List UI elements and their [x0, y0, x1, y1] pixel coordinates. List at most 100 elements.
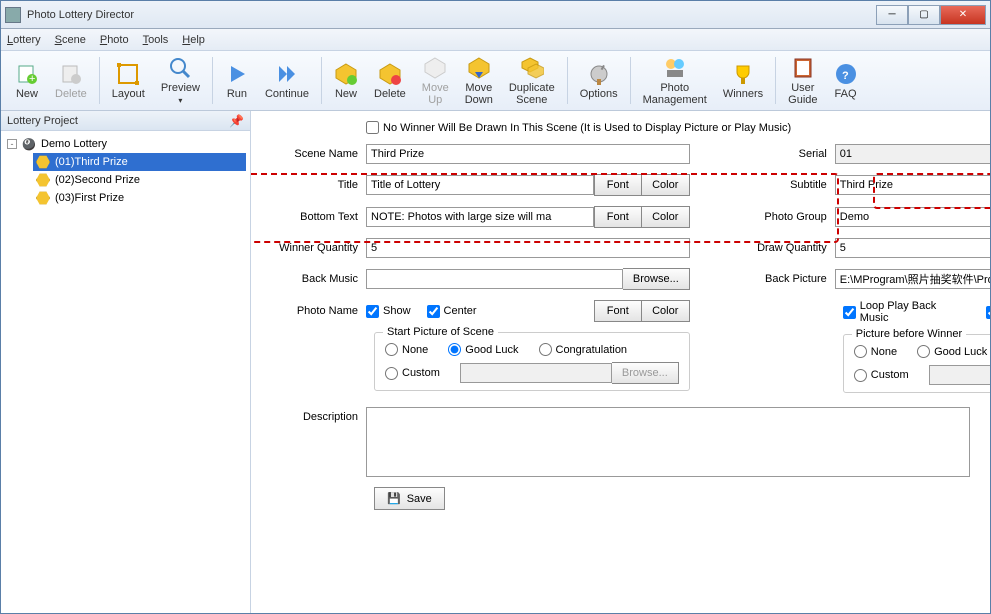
back-picture-label: Back Picture — [730, 273, 835, 285]
show-checkbox[interactable]: Show — [366, 305, 411, 318]
move-down-button[interactable]: Move Down — [457, 53, 501, 108]
sidebar-header: Lottery Project 📌 — [1, 111, 250, 131]
start-custom-browse-button[interactable]: Browse... — [612, 362, 679, 384]
subtitle-label: Subtitle — [730, 179, 835, 191]
menu-lottery[interactable]: Lottery — [7, 34, 41, 46]
tree-root[interactable]: - 🎱 Demo Lottery — [5, 135, 246, 153]
run-icon — [225, 62, 249, 86]
before-none-radio[interactable]: None — [854, 345, 897, 358]
winner-qty-label: Winner Quantity — [261, 242, 366, 254]
scene-icon — [35, 172, 51, 188]
titlebar: Photo Lottery Director ─ ▢ ✕ — [1, 1, 990, 29]
title-input[interactable] — [366, 175, 594, 195]
description-label: Description — [261, 407, 366, 423]
svg-text:?: ? — [842, 70, 849, 82]
start-picture-group: Start Picture of Scene None Good Luck Co… — [374, 332, 690, 391]
start-congrat-radio[interactable]: Congratulation — [539, 343, 628, 356]
photoname-color-button[interactable]: Color — [642, 300, 690, 322]
start-custom-radio[interactable]: Custom — [385, 367, 440, 380]
window-title: Photo Lottery Director — [27, 9, 876, 21]
move-up-icon — [423, 56, 447, 80]
start-none-radio[interactable]: None — [385, 343, 428, 356]
minimize-button[interactable]: ─ — [876, 5, 908, 25]
new-lottery-button[interactable]: +New — [7, 53, 47, 108]
tree-item-third-prize[interactable]: (01)Third Prize — [33, 153, 246, 171]
bottom-font-button[interactable]: Font — [594, 206, 642, 228]
start-goodluck-radio[interactable]: Good Luck — [448, 343, 518, 356]
description-input[interactable] — [366, 407, 970, 477]
loop-checkbox[interactable]: Loop Play Back Music — [843, 300, 962, 324]
maximize-button[interactable]: ▢ — [908, 5, 940, 25]
drum-checkbox[interactable]: Play Drum Sound When Rolling P — [986, 300, 990, 324]
tree-item-first-prize[interactable]: (03)First Prize — [33, 189, 246, 207]
back-music-label: Back Music — [261, 273, 366, 285]
faq-button[interactable]: ?FAQ — [826, 53, 866, 108]
app-icon — [5, 7, 21, 23]
menu-photo[interactable]: Photo — [100, 34, 129, 46]
no-winner-checkbox[interactable]: No Winner Will Be Drawn In This Scene (I… — [366, 121, 791, 134]
menu-help[interactable]: Help — [182, 34, 205, 46]
serial-input — [835, 144, 990, 164]
options-button[interactable]: Options — [572, 53, 626, 108]
move-up-button[interactable]: Move Up — [414, 53, 457, 108]
scene-icon — [35, 154, 51, 170]
new-icon: + — [15, 62, 39, 86]
title-color-button[interactable]: Color — [642, 174, 690, 196]
save-button[interactable]: 💾 Save — [374, 487, 445, 510]
layout-button[interactable]: Layout — [104, 53, 153, 108]
options-icon — [587, 62, 611, 86]
new-scene-icon — [334, 62, 358, 86]
new-scene-button[interactable]: New — [326, 53, 366, 108]
back-picture-input[interactable] — [835, 269, 990, 289]
back-music-browse-button[interactable]: Browse... — [623, 268, 690, 290]
tree: - 🎱 Demo Lottery (01)Third Prize (02)Sec… — [1, 131, 250, 211]
menu-tools[interactable]: Tools — [143, 34, 169, 46]
bottom-text-label: Bottom Text — [261, 211, 366, 223]
scene-name-label: Scene Name — [261, 148, 366, 160]
back-music-input[interactable] — [366, 269, 623, 289]
move-down-icon — [467, 56, 491, 80]
layout-icon — [116, 62, 140, 86]
bottom-color-button[interactable]: Color — [642, 206, 690, 228]
winners-button[interactable]: Winners — [715, 53, 771, 108]
before-custom-radio[interactable]: Custom — [854, 369, 909, 382]
user-guide-button[interactable]: User Guide — [780, 53, 825, 108]
menu-scene[interactable]: Scene — [55, 34, 86, 46]
before-goodluck-radio[interactable]: Good Luck — [917, 345, 987, 358]
center-checkbox[interactable]: Center — [427, 305, 477, 318]
title-font-button[interactable]: Font — [594, 174, 642, 196]
winners-icon — [731, 62, 755, 86]
delete-icon — [59, 62, 83, 86]
pin-icon[interactable]: 📌 — [229, 114, 244, 128]
before-custom-input — [929, 365, 990, 385]
draw-qty-input[interactable] — [835, 238, 990, 258]
duplicate-scene-button[interactable]: Duplicate Scene — [501, 53, 563, 108]
photo-group-label: Photo Group — [730, 211, 835, 223]
photo-group-input[interactable] — [835, 207, 990, 227]
delete-scene-button[interactable]: Delete — [366, 53, 414, 108]
bottom-text-input[interactable] — [366, 207, 594, 227]
collapse-icon[interactable]: - — [7, 139, 17, 149]
close-button[interactable]: ✕ — [940, 5, 986, 25]
winner-qty-input[interactable] — [366, 238, 690, 258]
lottery-icon: 🎱 — [21, 136, 37, 152]
faq-icon: ? — [834, 62, 858, 86]
photoname-font-button[interactable]: Font — [594, 300, 642, 322]
preview-button[interactable]: Preview▾ — [153, 53, 208, 108]
delete-scene-icon — [378, 62, 402, 86]
preview-icon — [168, 56, 192, 80]
tree-item-second-prize[interactable]: (02)Second Prize — [33, 171, 246, 189]
scene-name-input[interactable] — [366, 144, 690, 164]
menubar: Lottery Scene Photo Tools Help — [1, 29, 990, 51]
run-button[interactable]: Run — [217, 53, 257, 108]
duplicate-icon — [520, 56, 544, 80]
photo-management-button[interactable]: Photo Management — [635, 53, 715, 108]
before-winner-group: Picture before Winner None Good Luck Con… — [843, 334, 990, 393]
continue-icon — [275, 62, 299, 86]
start-custom-input — [460, 363, 612, 383]
photo-name-label: Photo Name — [261, 305, 366, 317]
subtitle-input[interactable] — [835, 175, 990, 195]
continue-button[interactable]: Continue — [257, 53, 317, 108]
delete-lottery-button[interactable]: Delete — [47, 53, 95, 108]
scene-icon — [35, 190, 51, 206]
